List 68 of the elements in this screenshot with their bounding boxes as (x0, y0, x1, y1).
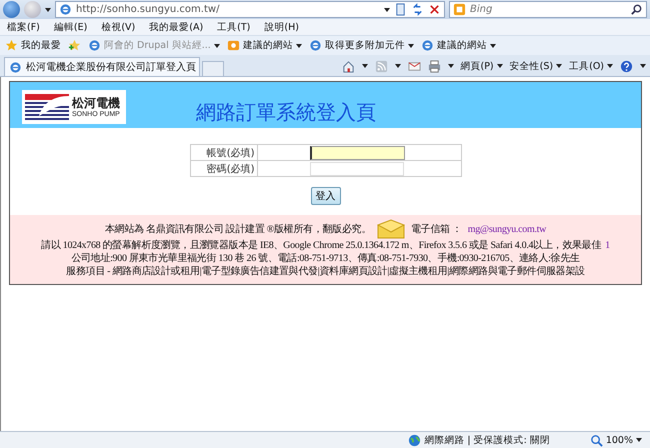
favorites-link[interactable]: 取得更多附加元件 (324, 39, 405, 52)
web-slice-icon (226, 39, 240, 52)
caret-icon[interactable] (490, 44, 496, 48)
favorites-link[interactable]: 建議的網站 (436, 39, 487, 52)
caret-icon[interactable] (362, 64, 368, 68)
command-menu[interactable]: 安全性(S) (510, 60, 554, 72)
compatibility-icon[interactable] (394, 3, 407, 16)
envelope-icon (377, 219, 406, 239)
browser-logo-icon (9, 60, 22, 74)
browser-page-icon (88, 39, 101, 52)
logo-text: 松河電機 (72, 96, 120, 111)
browser-page-icon (420, 39, 434, 52)
email-link[interactable]: mg@sungyu.com.tw (468, 222, 546, 236)
caret-icon[interactable] (496, 64, 503, 68)
field-label: 密碼(必填) (190, 160, 257, 176)
login-button[interactable]: 登入 (310, 187, 340, 205)
refresh-icon[interactable] (411, 3, 424, 16)
search-icon[interactable] (630, 3, 643, 16)
menu-item[interactable]: 編輯(E) (54, 20, 88, 34)
notice-link[interactable]: 1 (605, 239, 610, 252)
browser-tab[interactable]: 松河電機企業股份有限公司訂單登入頁 (4, 57, 200, 76)
mail-icon[interactable] (408, 60, 420, 72)
browser-page-icon (308, 39, 322, 52)
add-favorite-icon[interactable] (68, 39, 81, 52)
menu-item[interactable]: 我的最愛(A) (149, 20, 204, 34)
field-label: 帳號(必填) (190, 144, 257, 160)
search-provider-icon (453, 3, 466, 16)
menu-item[interactable]: 說明(H) (264, 20, 299, 34)
zoom-icon[interactable] (590, 434, 603, 446)
back-button[interactable] (3, 1, 20, 18)
favorites-link[interactable]: 建議的網站 (242, 39, 293, 52)
caret-icon[interactable] (607, 64, 613, 68)
help-icon[interactable] (620, 60, 633, 72)
caret-icon[interactable] (394, 64, 400, 68)
company-address: 公司地址:900 屏東市光華里福光街 130 巷 26 號、電話:08-751-9713、傳真:08-751-7930、手機:0930-216705、連絡人:徐先生 (71, 252, 580, 265)
menu-item[interactable]: 工具(T) (217, 20, 250, 34)
globe-icon (408, 434, 422, 446)
search-input[interactable]: Bing (470, 4, 626, 15)
command-menu[interactable]: 工具(O) (569, 60, 604, 72)
page-title: 網路訂單系統登入頁 (196, 99, 376, 126)
zoom-level[interactable]: 100% (606, 434, 633, 446)
caret-icon[interactable] (640, 64, 646, 68)
copyright-text: 本網站為 名鼎資訊有限公司 設計建置 ®版權所有，翻版必究。 (104, 222, 372, 236)
search-field[interactable]: Bing (449, 1, 647, 18)
print-icon[interactable] (428, 60, 440, 72)
caret-icon[interactable] (556, 64, 562, 68)
caret-icon[interactable] (448, 64, 454, 68)
caret-icon[interactable] (408, 44, 414, 48)
logo-emblem-drawing (25, 94, 69, 120)
address-input[interactable]: http://sonho.sungyu.com.tw/ (76, 4, 380, 15)
caret-icon[interactable] (45, 8, 51, 12)
close-icon[interactable] (428, 3, 441, 16)
command-menu[interactable]: 網頁(P) (460, 60, 494, 72)
menu-item[interactable]: 檢視(V) (101, 20, 136, 34)
home-icon[interactable] (342, 60, 354, 72)
input-field[interactable] (310, 146, 404, 160)
favorites-link[interactable]: 我的最愛 (21, 39, 61, 52)
services-text: 服務項目 - 網路商店設計或租用|電子型錄廣告信建置與代發|資料庫網頁設計|虛擬主機租用|網際網路與電子郵件伺服器架設 (66, 265, 585, 278)
browser-notice: 請以 1024x768 的螢幕解析度瀏覽，且瀏覽器版本是 IE8、Google Chrome 25.0.1364.172 m、Firefox 3.5.6 或是 Safari 4.0.4以上，效果最佳 (41, 239, 602, 252)
caret-icon[interactable] (384, 8, 390, 12)
caret-icon[interactable] (636, 438, 642, 442)
email-label: 電子信箱 ： (411, 222, 462, 236)
browser-page-icon (59, 3, 72, 16)
star-icon (5, 39, 18, 52)
address-bar[interactable]: http://sonho.sungyu.com.tw/ (55, 1, 445, 18)
menu-item[interactable]: 檔案(F) (7, 20, 40, 34)
security-zone: 網際網路 | 受保護模式: 關閉 (424, 434, 550, 446)
caret-icon[interactable] (296, 44, 302, 48)
